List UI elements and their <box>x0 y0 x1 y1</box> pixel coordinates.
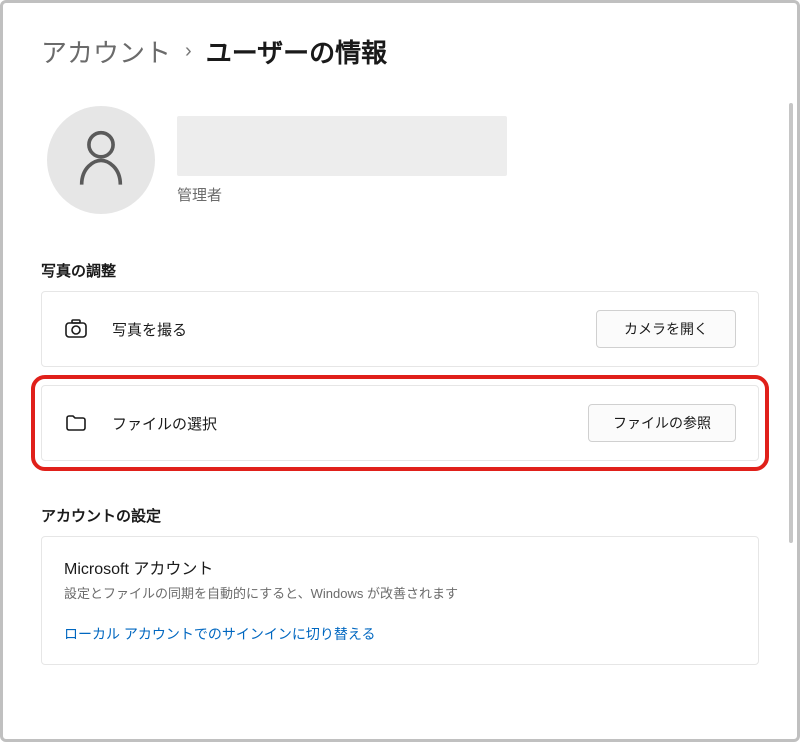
section-title-photo: 写真の調整 <box>41 260 759 281</box>
switch-to-local-account-link[interactable]: ローカル アカウントでのサインインに切り替える <box>64 626 375 642</box>
avatar <box>47 106 155 214</box>
microsoft-account-card: Microsoft アカウント 設定とファイルの同期を自動的にすると、Windo… <box>41 536 759 665</box>
scrollbar[interactable] <box>789 103 793 543</box>
camera-icon <box>64 317 88 341</box>
choose-file-label: ファイルの選択 <box>112 413 217 434</box>
username-placeholder <box>177 116 507 176</box>
breadcrumb-parent[interactable]: アカウント <box>41 33 171 70</box>
chevron-right-icon: › <box>185 40 192 63</box>
open-camera-button[interactable]: カメラを開く <box>596 310 736 348</box>
scrollbar-thumb[interactable] <box>789 103 793 543</box>
ms-account-title: Microsoft アカウント <box>64 555 736 579</box>
user-role: 管理者 <box>177 184 507 205</box>
person-icon <box>76 129 126 192</box>
profile-block: 管理者 <box>41 106 759 214</box>
breadcrumb: アカウント › ユーザーの情報 <box>41 33 759 70</box>
folder-icon <box>64 411 88 435</box>
ms-account-desc: 設定とファイルの同期を自動的にすると、Windows が改善されます <box>64 583 736 602</box>
browse-files-button[interactable]: ファイルの参照 <box>588 404 736 442</box>
page-title: ユーザーの情報 <box>206 33 387 70</box>
section-title-account: アカウントの設定 <box>41 505 759 526</box>
take-photo-label: 写真を撮る <box>112 319 187 340</box>
take-photo-row: 写真を撮る カメラを開く <box>41 291 759 367</box>
highlight-annotation: ファイルの選択 ファイルの参照 <box>31 375 769 471</box>
choose-file-row: ファイルの選択 ファイルの参照 <box>41 385 759 461</box>
